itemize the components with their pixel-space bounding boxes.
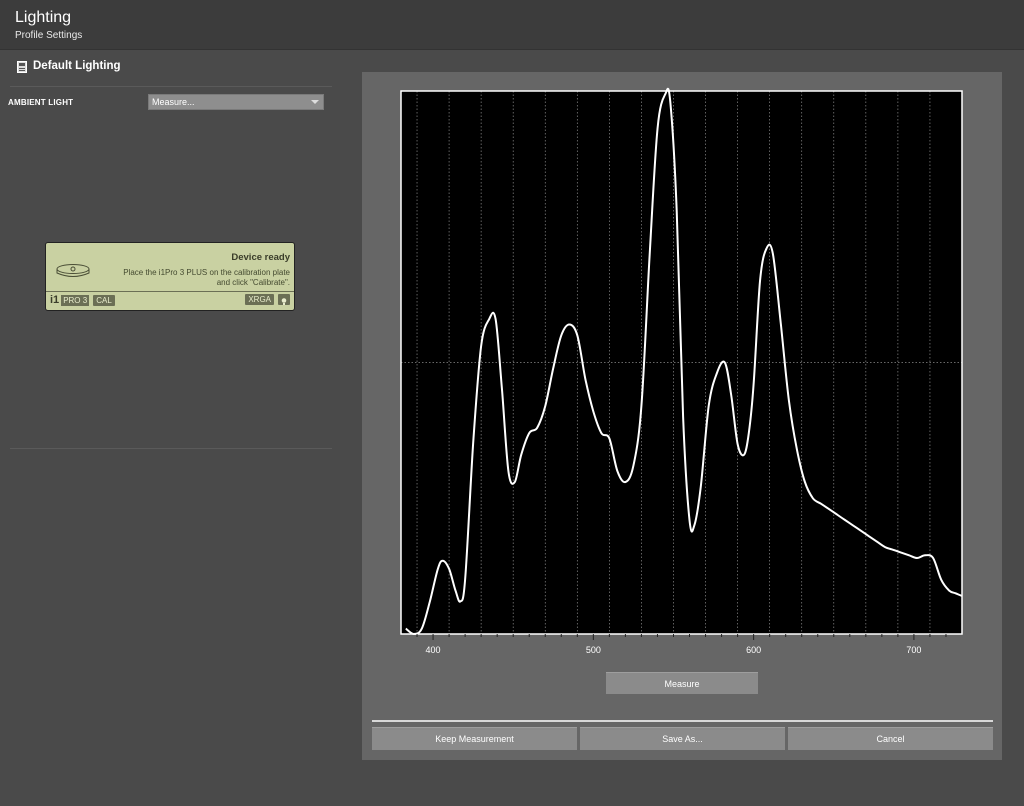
spectro-device-icon [55,263,91,284]
select-value: Measure... [152,97,195,107]
document-icon [17,60,27,73]
cancel-button[interactable]: Cancel [788,727,993,750]
chevron-down-icon [311,100,319,104]
brand-model: PRO 3 [61,294,90,306]
window-header: Lighting Profile Settings [0,0,1024,50]
x-tick-label: 600 [746,645,761,655]
ambient-light-label: AMBIENT LIGHT [8,98,74,107]
divider [46,291,294,292]
save-as-button[interactable]: Save As... [580,727,785,750]
device-status: Device ready [231,252,290,263]
page-title: Lighting [15,9,72,26]
device-instruction: Place the i1Pro 3 PLUS on the calibratio… [123,268,290,288]
divider [372,720,993,722]
device-brand: i1 PRO 3 [50,294,90,306]
lamp-icon [278,294,290,305]
instruction-line: and click "Calibrate". [216,278,290,287]
x-tick-label: 500 [586,645,601,655]
ambient-light-select[interactable]: Measure... [148,94,324,110]
spectral-chart: 400 500 600 700 [400,87,963,655]
section-title: Default Lighting [33,60,121,72]
section-header: Default Lighting [17,60,121,73]
keep-measurement-button[interactable]: Keep Measurement [372,727,577,750]
x-tick-label: 400 [426,645,441,655]
cal-tag: CAL [93,294,115,306]
brand-i1: i1 [50,294,60,306]
instruction-line: Place the i1Pro 3 PLUS on the calibratio… [123,268,290,277]
divider [10,86,332,87]
device-footer: i1 PRO 3 CAL [50,294,115,306]
divider [10,448,332,449]
xrga-tag: XRGA [245,294,274,305]
x-tick-label: 700 [906,645,921,655]
device-status-panel: Device ready Place the i1Pro 3 PLUS on t… [45,242,295,311]
page-subtitle: Profile Settings [15,30,83,41]
measure-button[interactable]: Measure [606,672,758,694]
